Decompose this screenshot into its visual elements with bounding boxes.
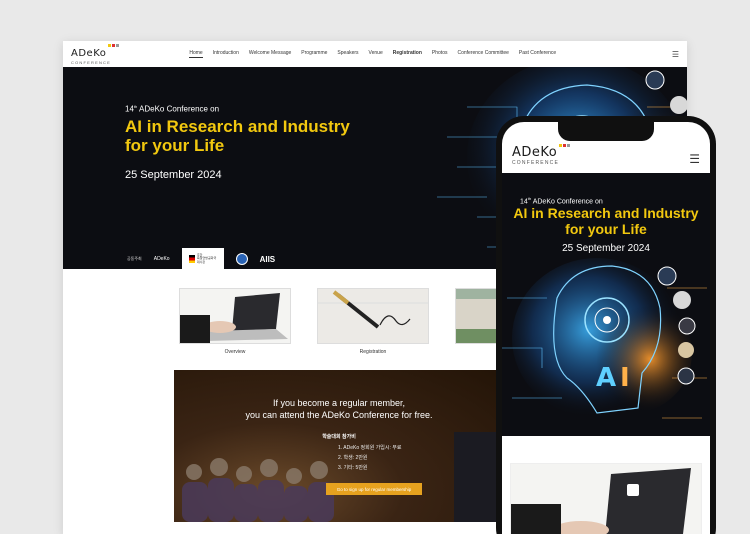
card-caption: Registration [359,349,387,355]
hero-text-block: 14th ADeKo Conference on AI in Research … [125,104,350,181]
hamburger-menu-icon[interactable]: ☰ [672,50,679,59]
adeko-logo-mobile[interactable]: ADeKo CONFERENCE [512,144,571,166]
hero-date: 25 September 2024 [125,168,222,181]
banner-text: If you become a regular member, you can … [174,397,504,440]
mobile-hero: 14th ADeKo Conference on AI in Research … [502,173,710,436]
card-caption: Overview [224,349,246,355]
mobile-hero-kicker: 14th ADeKo Conference on [520,196,603,206]
fee-item: 3. 기타: 5만원 [338,465,368,471]
sponsor-adeko-logo: ADeKo [153,256,170,262]
card-registration[interactable]: Registration [317,288,429,355]
logo-dots-icon [559,144,571,147]
logo-subtitle: CONFERENCE [71,59,112,65]
nav-home[interactable]: Home [189,50,203,58]
logo-dots-icon [108,43,120,47]
embassy-text: 주한 독일연방공화국 대사관 [196,252,217,264]
signing-pen-photo [317,288,429,344]
nav-photos[interactable]: Photos [432,50,448,58]
membership-banner: If you become a regular member, you can … [174,370,504,522]
mobile-laptop-photo [511,464,701,534]
sponsor-logos: 공동주최 ADeKo 주한 독일연방공화국 대사관 AIIS [127,248,275,269]
mobile-hero-title: AI in Research and Industry for your Lif… [513,205,699,237]
top-navigation: ADeKo CONFERENCE Home Introduction Welco… [63,41,687,67]
mobile-content-area [502,436,710,534]
fee-list: 1. ADeKo 정회원 가입시: 무료 2. 학생: 2만원 3. 기타: 5… [338,443,401,473]
signup-membership-button[interactable]: Go to sign up for regular membership [326,483,422,495]
banner-headline-line1: If you become a regular member, [272,398,406,408]
sponsor-aiis-logo: AIIS [259,254,276,264]
german-flag-icon [188,255,195,263]
hero-kicker: 14th ADeKo Conference on [125,104,220,114]
nav-registration[interactable]: Registration [393,50,422,58]
logo-wordmark: ADeKo [512,145,558,160]
nav-welcome-message[interactable]: Welcome Message [249,50,291,58]
mobile-hero-date: 25 September 2024 [562,243,650,254]
fee-subheading: 학술대회 참가비 [322,434,356,440]
svg-text:I: I [620,363,630,393]
nav-programme[interactable]: Programme [301,50,327,58]
fee-item: 2. 학생: 2만원 [338,455,368,461]
sponsor-daad-logo [235,253,248,265]
nav-conference-committee[interactable]: Conference Committee [457,50,508,58]
hero-title: AI in Research and Industry for your Lif… [125,116,350,155]
banner-headline-line2: you can attend the ADeKo Conference for … [245,410,433,420]
mobile-phone-mockup: ADeKo CONFERENCE ☰ 14th ADeKo Conference… [496,116,716,534]
phone-notch [558,122,654,141]
laptop-photo [179,288,291,344]
adeko-logo[interactable]: ADeKo CONFERENCE [71,43,120,65]
logo-subtitle: CONFERENCE [512,160,560,166]
mobile-card-overview[interactable] [510,463,702,534]
svg-text:A: A [596,363,616,393]
nav-introduction[interactable]: Introduction [213,50,239,58]
co-host-label: 공동주최 [127,256,142,261]
mobile-screen: ADeKo CONFERENCE ☰ 14th ADeKo Conference… [502,122,710,534]
nav-past-conference[interactable]: Past Conference [519,50,556,58]
mobile-hamburger-menu-icon[interactable]: ☰ [689,152,700,166]
card-overview[interactable]: Overview [179,288,291,355]
logo-wordmark: ADeKo [71,47,107,59]
nav-venue[interactable]: Venue [369,50,383,58]
mobile-ai-brain-illustration: A I [502,258,707,419]
nav-speakers[interactable]: Speakers [337,50,358,58]
fee-item: 1. ADeKo 정회원 가입시: 무료 [338,445,402,451]
sponsor-german-embassy-logo: 주한 독일연방공화국 대사관 [181,248,224,269]
main-menu: Home Introduction Welcome Message Progra… [189,50,556,58]
